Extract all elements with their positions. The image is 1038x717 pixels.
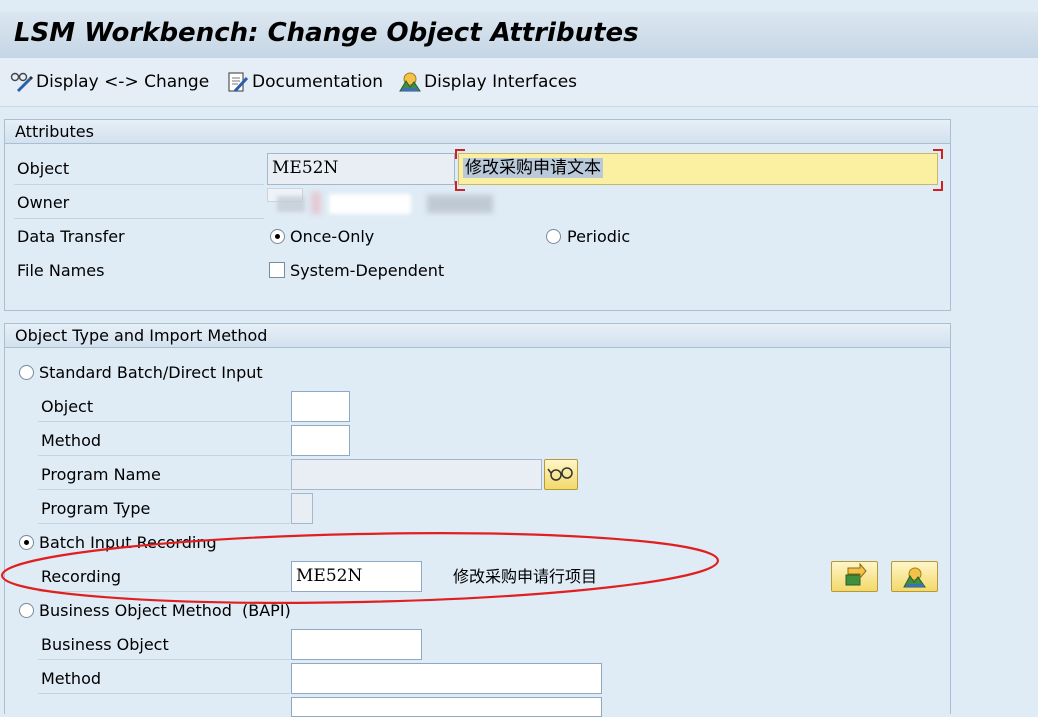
program-type-underline xyxy=(38,523,290,524)
std-method-label: Method xyxy=(41,431,102,450)
document-pencil-icon xyxy=(226,71,250,93)
owner-label: Owner xyxy=(17,193,70,212)
documentation-label: Documentation xyxy=(252,72,384,92)
application-toolbar: Display <-> Change Documentation Display… xyxy=(0,58,1038,107)
program-name-input[interactable] xyxy=(291,459,542,490)
periodic-radio[interactable] xyxy=(546,229,561,244)
owner-label-underline xyxy=(14,218,264,219)
business-object-input[interactable] xyxy=(291,629,422,660)
interfaces-icon xyxy=(398,71,422,93)
documentation-button[interactable]: Documentation xyxy=(226,70,383,94)
std-object-underline xyxy=(38,421,290,422)
business-object-label: Business Object xyxy=(41,635,169,654)
title-bar: LSM Workbench: Change Object Attributes xyxy=(0,12,1038,59)
once-only-label[interactable]: Once-Only xyxy=(290,225,374,249)
object-input[interactable]: ME52N xyxy=(267,153,455,185)
display-change-button[interactable]: Display <-> Change xyxy=(10,70,209,94)
bapi-extra-input[interactable] xyxy=(291,697,602,717)
attributes-header: Attributes xyxy=(5,120,950,144)
standard-batch-radio[interactable] xyxy=(19,365,34,380)
bapi-method-label: Method xyxy=(41,669,102,688)
display-change-label: Display <-> Change xyxy=(36,72,210,92)
once-only-radio[interactable] xyxy=(270,229,285,244)
program-type-label: Program Type xyxy=(41,499,151,518)
system-dependent-label[interactable]: System-Dependent xyxy=(290,259,444,283)
import-method-header: Object Type and Import Method xyxy=(5,324,950,348)
display-interfaces-button[interactable]: Display Interfaces xyxy=(398,70,577,94)
std-method-input[interactable] xyxy=(291,425,350,456)
program-display-button[interactable] xyxy=(544,459,578,490)
object-description-input[interactable]: 修改采购申请文本 xyxy=(458,153,938,185)
annotation-ellipse xyxy=(0,532,720,604)
standard-batch-label[interactable]: Standard Batch/Direct Input xyxy=(39,361,263,385)
focus-corner-br xyxy=(933,181,943,191)
bapi-method-input[interactable] xyxy=(291,663,602,694)
recording-interfaces-button[interactable] xyxy=(891,561,938,592)
focus-corner-tr xyxy=(933,149,943,159)
owner-field-redacted[interactable] xyxy=(267,188,497,220)
window-title: LSM Workbench: Change Object Attributes xyxy=(14,18,639,48)
system-dependent-checkbox[interactable] xyxy=(269,262,285,278)
std-object-input[interactable] xyxy=(291,391,350,422)
recording-transfer-button[interactable] xyxy=(831,561,878,592)
arrow-transfer-icon xyxy=(845,562,867,586)
file-names-label: File Names xyxy=(17,261,105,280)
display-interfaces-label: Display Interfaces xyxy=(424,72,578,92)
focus-corner-tl xyxy=(455,149,465,159)
program-type-input[interactable] xyxy=(291,493,313,524)
periodic-label[interactable]: Periodic xyxy=(567,225,630,249)
glasses-pencil-icon xyxy=(10,71,34,93)
std-method-underline xyxy=(38,455,290,456)
object-description-text: 修改采购申请文本 xyxy=(463,158,603,178)
program-name-label: Program Name xyxy=(41,465,161,484)
program-name-underline xyxy=(38,489,290,490)
object-label: Object xyxy=(17,159,70,178)
object-label-underline xyxy=(14,184,264,185)
std-object-label: Object xyxy=(41,397,94,416)
data-transfer-label: Data Transfer xyxy=(17,227,125,246)
glasses-icon xyxy=(547,467,573,481)
bapi-method-underline xyxy=(38,693,290,694)
interfaces-icon xyxy=(903,567,926,588)
business-object-underline xyxy=(38,659,290,660)
